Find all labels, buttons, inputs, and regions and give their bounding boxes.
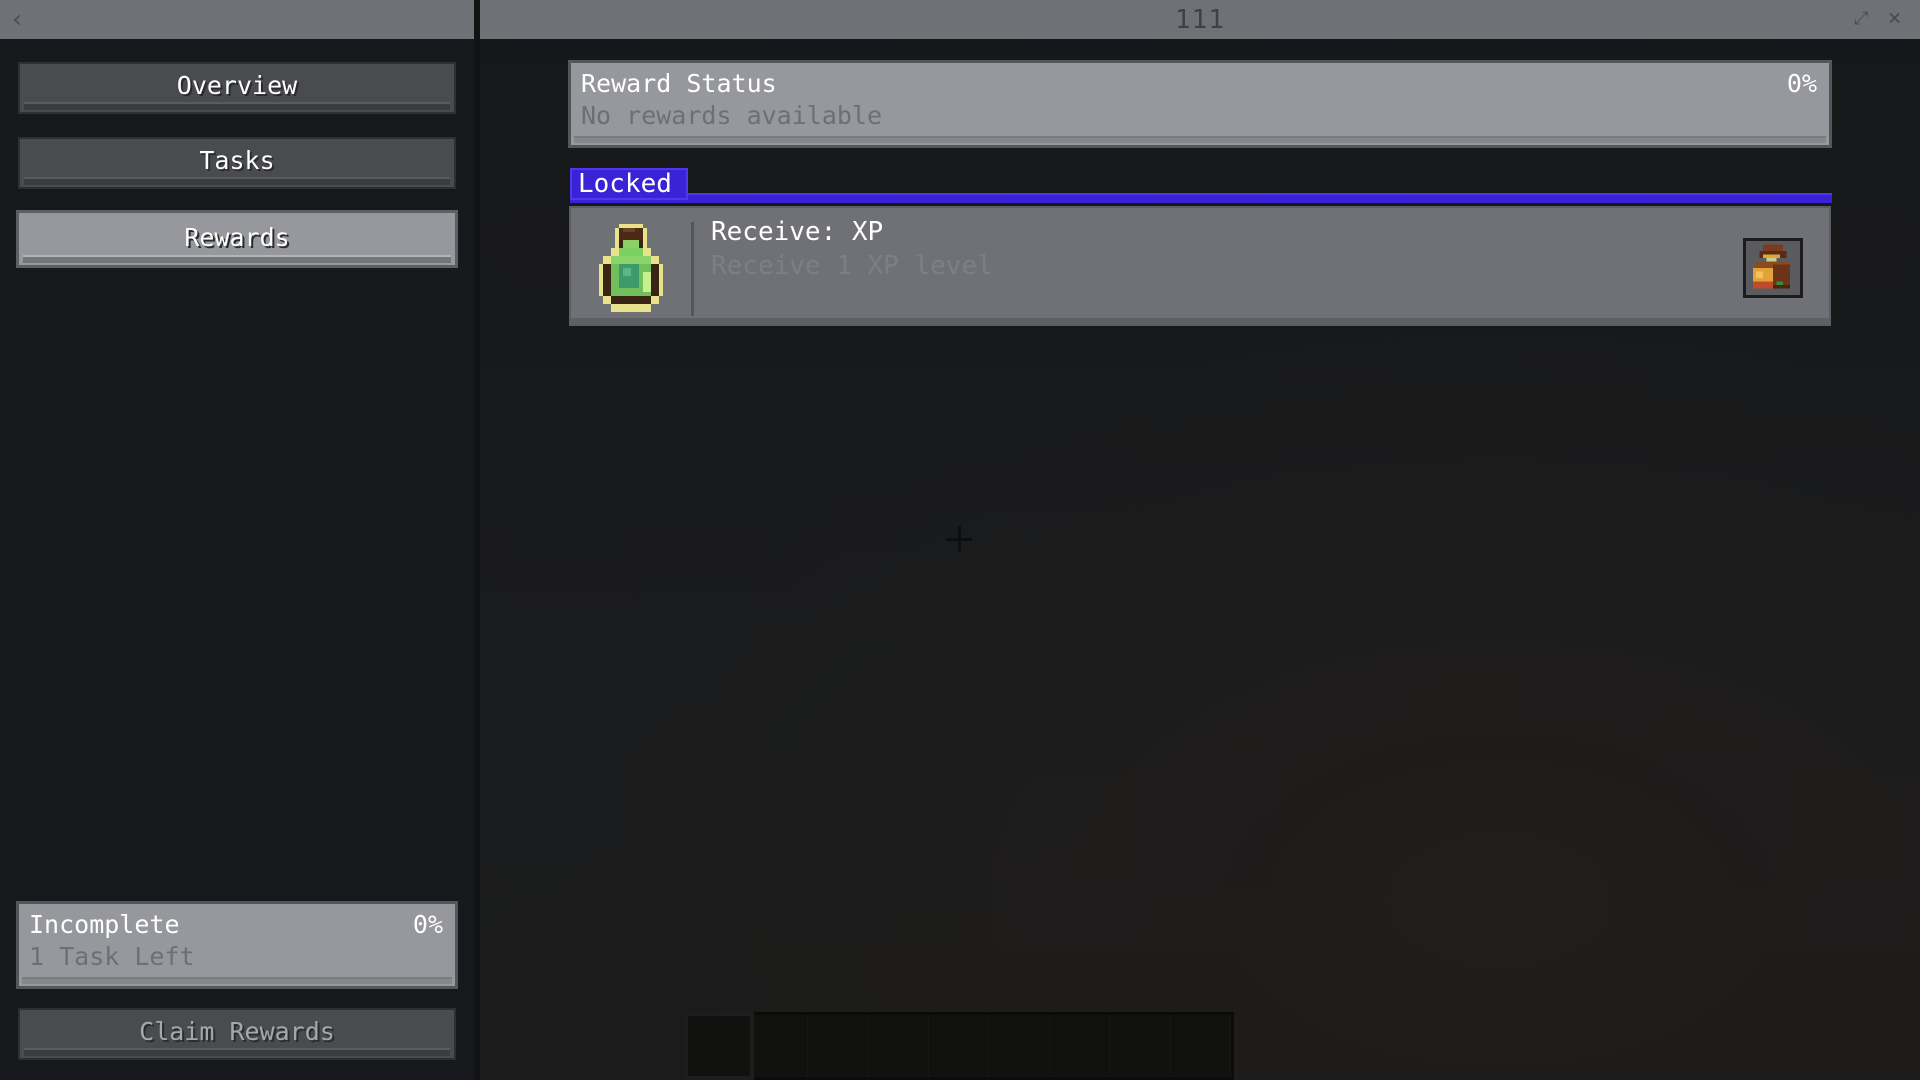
quest-percent-label: 0% [412, 910, 443, 939]
reward-title: Receive: XP [711, 217, 884, 247]
hotbar-selected-slot [684, 1012, 754, 1080]
reward-row-separator [691, 222, 694, 316]
loot-bag-icon-glyph [1752, 244, 1790, 289]
quest-status-label: Incomplete [29, 910, 180, 939]
reward-item[interactable]: Receive: XP Receive 1 XP level [569, 206, 1831, 326]
crosshair-icon [946, 526, 972, 552]
hotbar-slot[interactable] [1110, 1015, 1171, 1077]
reward-description: Receive 1 XP level [711, 251, 993, 281]
quest-progress-card: Incomplete 1 Task Left 0% [16, 901, 458, 989]
reward-status-subtitle: No rewards available [581, 101, 883, 130]
xp-bottle-icon [599, 224, 663, 312]
hotbar-slot[interactable] [868, 1015, 929, 1077]
popout-icon[interactable]: ⤢ [1854, 9, 1874, 29]
locked-group-bar [570, 193, 1832, 203]
reward-status-title: Reward Status [581, 69, 777, 98]
hotbar-slot[interactable] [989, 1015, 1050, 1077]
claim-rewards-button[interactable]: Claim Rewards [18, 1008, 456, 1060]
reward-status-card: Reward Status No rewards available 0% [568, 60, 1832, 148]
chevron-left-icon[interactable]: ‹ [10, 6, 32, 32]
tasks-left-label: 1 Task Left [29, 942, 195, 971]
sidebar-titlebar: ‹ [0, 0, 474, 39]
hotbar-slot[interactable] [929, 1015, 990, 1077]
reward-status-percent: 0% [1786, 69, 1817, 98]
sidebar-item-overview[interactable]: Overview [18, 62, 456, 114]
hotbar-slot[interactable] [1171, 1015, 1231, 1077]
hotbar [684, 1012, 1234, 1080]
hotbar-slot[interactable] [808, 1015, 869, 1077]
sidebar-item-tasks[interactable]: Tasks [18, 137, 456, 189]
close-icon[interactable]: × [1888, 8, 1910, 30]
sidebar-item-rewards[interactable]: Rewards [16, 210, 458, 268]
hotbar-slot[interactable] [747, 1015, 808, 1077]
locked-group-header[interactable]: Locked [570, 168, 688, 200]
window-title: 111 [1175, 5, 1225, 35]
panel-divider[interactable] [474, 0, 480, 1080]
window-titlebar: 111 ⤢ × [480, 0, 1920, 39]
loot-bag-icon[interactable] [1743, 238, 1803, 298]
hotbar-slot[interactable] [1050, 1015, 1111, 1077]
